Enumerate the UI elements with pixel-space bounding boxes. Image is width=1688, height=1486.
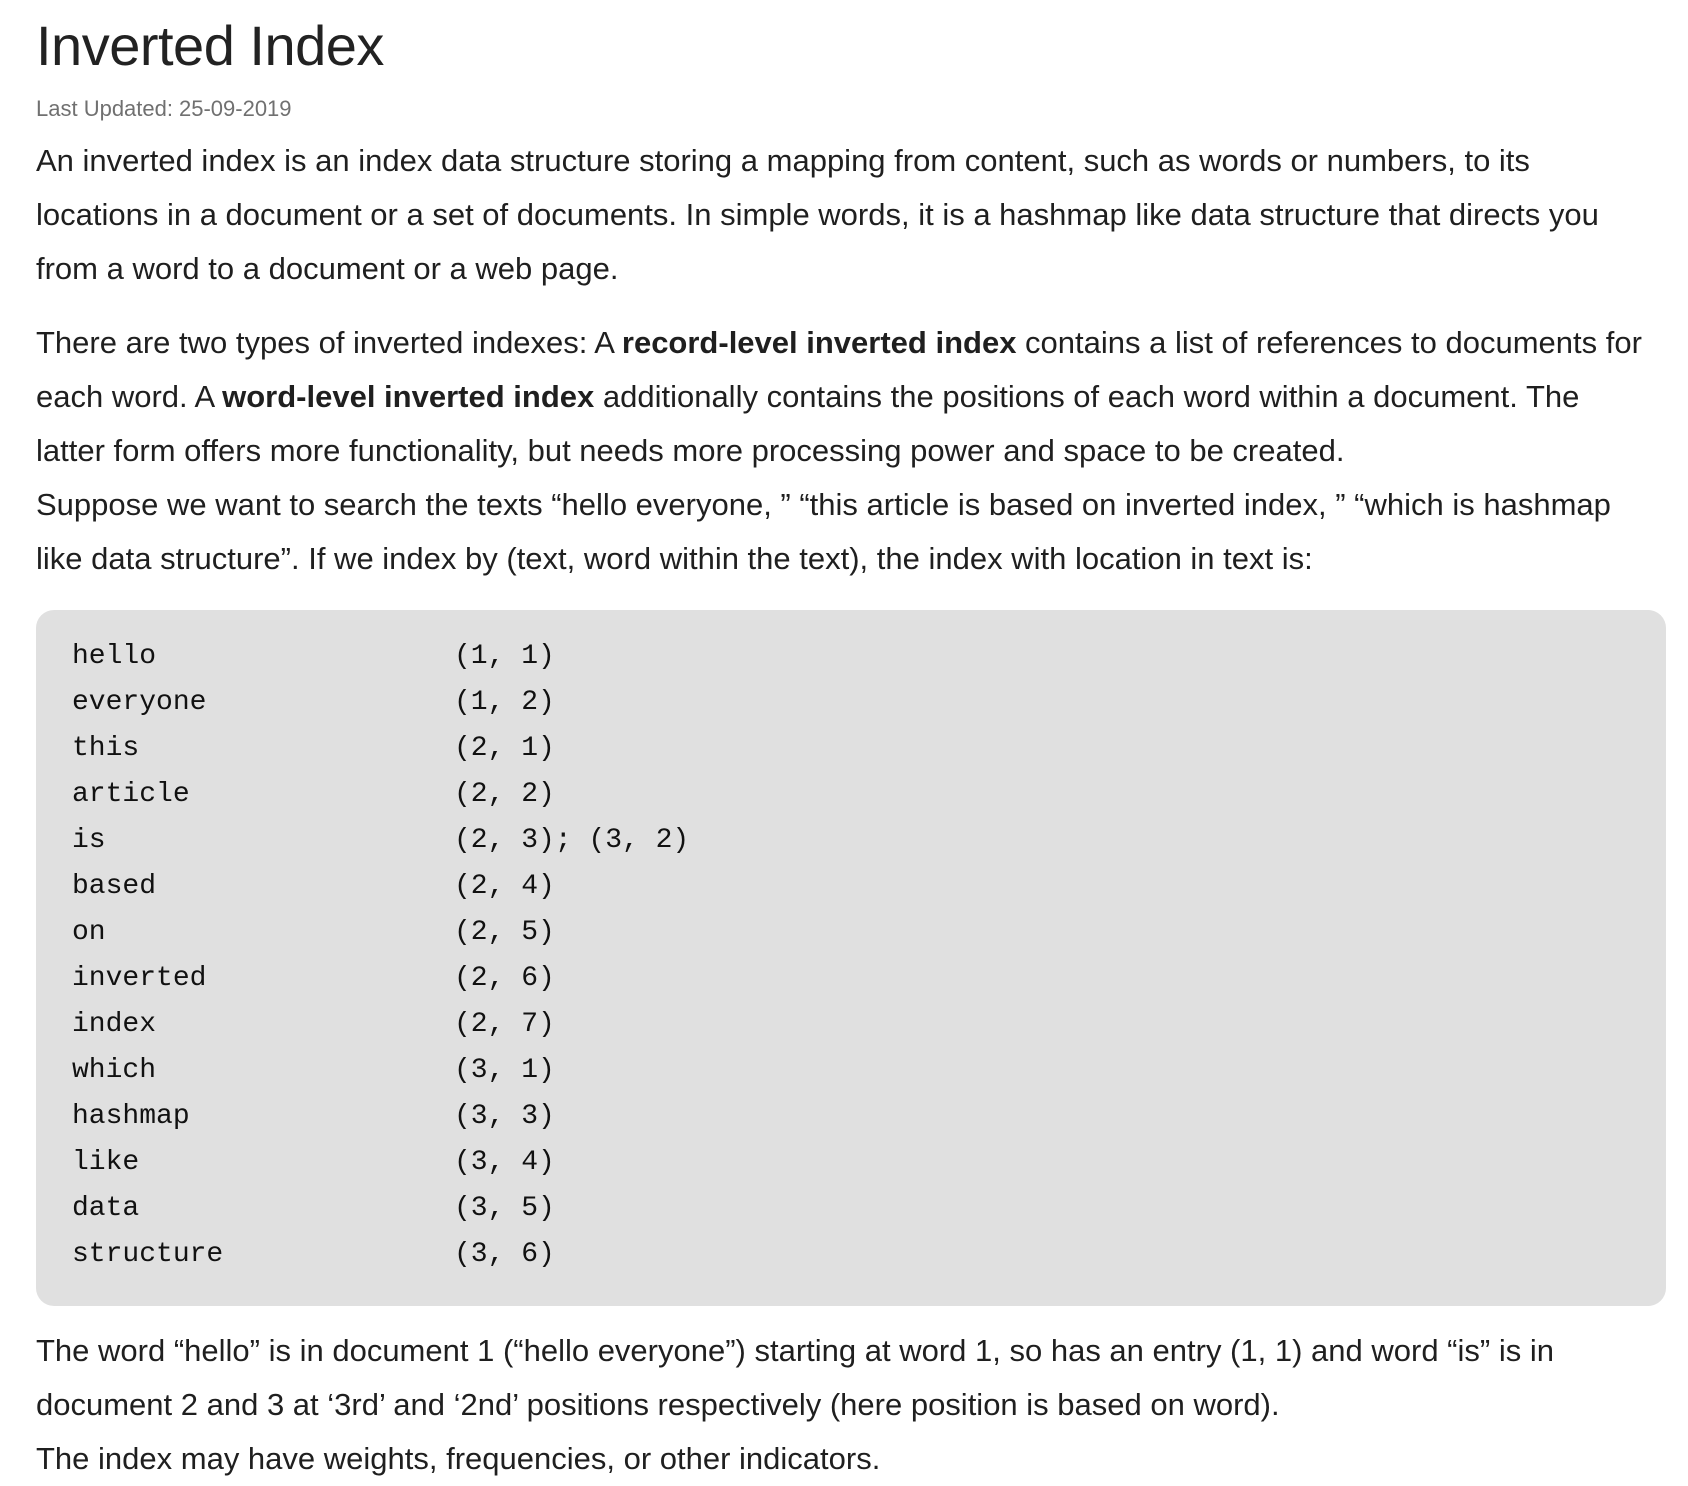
types-paragraph: There are two types of inverted indexes:… bbox=[36, 316, 1652, 478]
index-row: hello (1, 1) bbox=[72, 634, 1630, 680]
index-word: structure bbox=[72, 1239, 224, 1270]
index-row: hashmap (3, 3) bbox=[72, 1094, 1630, 1140]
article: Inverted Index Last Updated: 25-09-2019 A… bbox=[0, 0, 1688, 1486]
types-text-1: There are two types of inverted indexes:… bbox=[36, 325, 622, 360]
index-word: which bbox=[72, 1055, 157, 1086]
index-word: hashmap bbox=[72, 1101, 190, 1132]
index-row: based (2, 4) bbox=[72, 864, 1630, 910]
index-word: is bbox=[72, 825, 106, 856]
index-position: (3, 1) bbox=[454, 1055, 555, 1086]
index-position: (2, 5) bbox=[454, 917, 555, 948]
last-updated: Last Updated: 25-09-2019 bbox=[36, 96, 1652, 122]
index-position: (3, 3) bbox=[454, 1101, 555, 1132]
index-position: (2, 6) bbox=[454, 963, 555, 994]
explanation-paragraph: The word “hello” is in document 1 (“hell… bbox=[36, 1333, 1554, 1422]
index-position: (3, 4) bbox=[454, 1147, 555, 1178]
index-word: index bbox=[72, 1009, 157, 1040]
closing-paragraph: The index may have weights, frequencies,… bbox=[36, 1441, 881, 1476]
index-row: inverted (2, 6) bbox=[72, 956, 1630, 1002]
index-row: like (3, 4) bbox=[72, 1140, 1630, 1186]
index-row: structure (3, 6) bbox=[72, 1232, 1630, 1278]
index-word: article bbox=[72, 779, 190, 810]
index-code-block: hello (1, 1) everyone (1, 2) this (2, 1) artic… bbox=[36, 610, 1666, 1306]
index-position: (2, 1) bbox=[454, 733, 555, 764]
index-word: on bbox=[72, 917, 106, 948]
index-position: (2, 7) bbox=[454, 1009, 555, 1040]
index-row: data (3, 5) bbox=[72, 1186, 1630, 1232]
index-position: (2, 2) bbox=[454, 779, 555, 810]
index-position: (2, 3); (3, 2) bbox=[454, 825, 690, 856]
index-row: index (2, 7) bbox=[72, 1002, 1630, 1048]
index-word: inverted bbox=[72, 963, 207, 994]
index-row: this (2, 1) bbox=[72, 726, 1630, 772]
index-row: article (2, 2) bbox=[72, 772, 1630, 818]
index-word: hello bbox=[72, 641, 157, 672]
last-updated-date: 25-09-2019 bbox=[178, 96, 292, 121]
index-row: which (3, 1) bbox=[72, 1048, 1630, 1094]
example-paragraph: Suppose we want to search the texts “hel… bbox=[36, 487, 1611, 576]
intro-paragraph: An inverted index is an index data struc… bbox=[36, 143, 1599, 286]
index-position: (3, 6) bbox=[454, 1239, 555, 1270]
index-row: everyone (1, 2) bbox=[72, 680, 1630, 726]
index-position: (2, 4) bbox=[454, 871, 555, 902]
word-level-term: word-level inverted index bbox=[222, 379, 595, 414]
index-position: (1, 1) bbox=[454, 641, 555, 672]
index-row: on (2, 5) bbox=[72, 910, 1630, 956]
last-updated-label: Last Updated: bbox=[36, 96, 173, 121]
index-word: based bbox=[72, 871, 157, 902]
index-word: everyone bbox=[72, 687, 207, 718]
page-title: Inverted Index bbox=[36, 14, 384, 77]
index-word: data bbox=[72, 1193, 140, 1224]
record-level-term: record-level inverted index bbox=[621, 325, 1017, 360]
index-row: is (2, 3); (3, 2) bbox=[72, 818, 1630, 864]
index-position: (1, 2) bbox=[454, 687, 555, 718]
index-word: this bbox=[72, 733, 140, 764]
index-word: like bbox=[72, 1147, 140, 1178]
index-position: (3, 5) bbox=[454, 1193, 555, 1224]
